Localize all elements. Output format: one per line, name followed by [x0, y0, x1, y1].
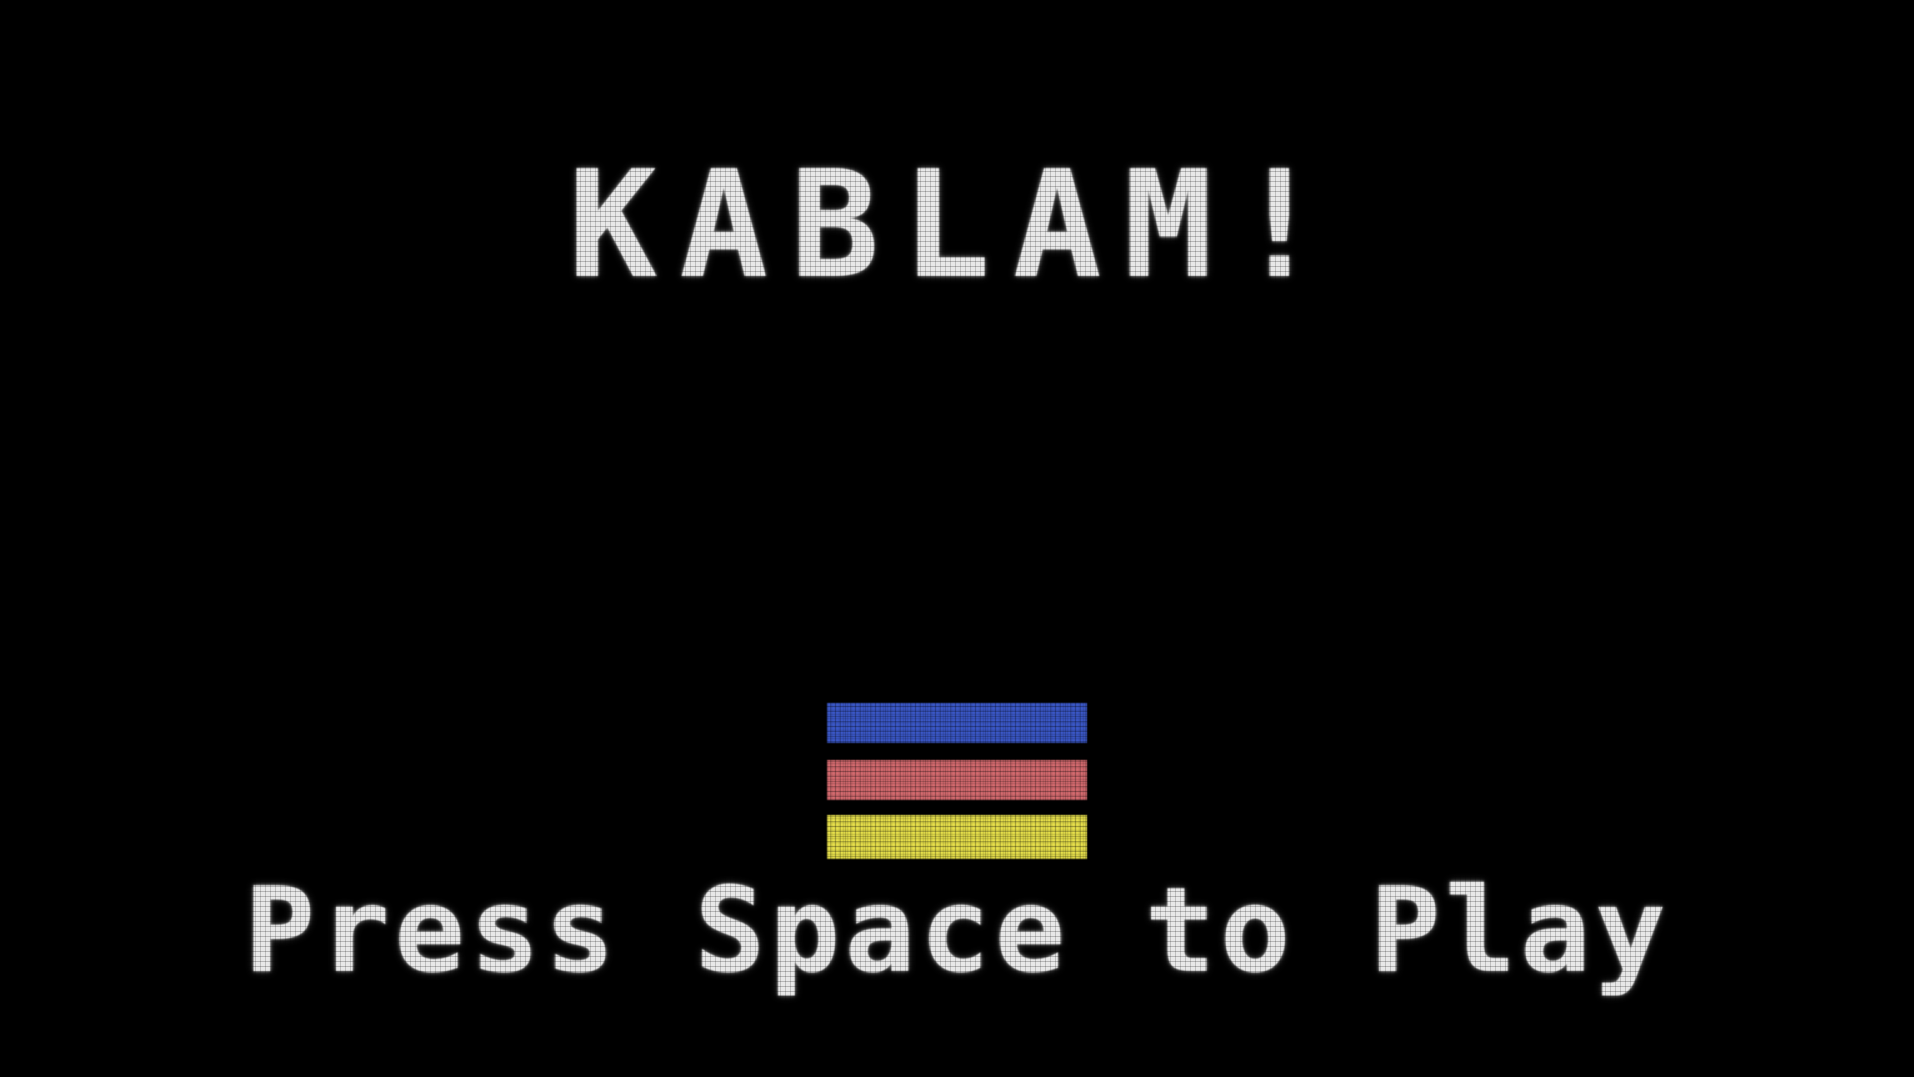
brick-yellow [827, 815, 1087, 859]
brick-stack [827, 703, 1087, 859]
brick-red [827, 760, 1087, 800]
game-screen[interactable]: KABLAM! Press Space to Play [0, 0, 1914, 1077]
brick-blue [827, 703, 1087, 743]
press-space-prompt: Press Space to Play [244, 861, 1670, 999]
game-title: KABLAM! [568, 139, 1346, 311]
